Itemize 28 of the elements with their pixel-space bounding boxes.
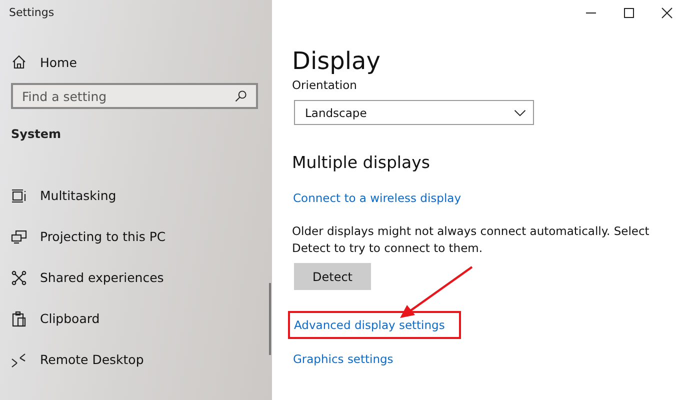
description-text: Older displays might not always connect automatically. Select Detect to try to connect to them. — [292, 223, 650, 257]
search-icon — [234, 89, 248, 103]
close-icon[interactable] — [661, 7, 673, 19]
window-title: Settings — [8, 6, 56, 21]
maximize-icon[interactable] — [623, 7, 635, 19]
sidebar-item[interactable]: Remote Desktop — [0, 339, 272, 380]
section-heading: Multiple displays — [292, 153, 431, 172]
clipboard-icon — [11, 310, 27, 326]
sidebar-item[interactable]: Multitasking — [0, 175, 272, 216]
home-icon — [11, 54, 27, 70]
remote-desktop-icon — [11, 352, 27, 368]
sidebar-item[interactable]: Shared experiences — [0, 257, 272, 298]
orientation-dropdown[interactable]: Landscape — [294, 100, 534, 125]
scrollbar[interactable] — [269, 283, 271, 355]
wireless-display-link[interactable]: Connect to a wireless display — [293, 191, 462, 205]
settings-link[interactable]: Advanced display settings — [288, 311, 461, 339]
multitasking-icon — [11, 188, 27, 204]
detect-button[interactable]: Detect — [294, 263, 371, 290]
section-heading: System — [10, 127, 62, 143]
sidebar-item[interactable]: Projecting to this PC — [0, 216, 272, 257]
monitors-icon — [11, 228, 27, 244]
field-label: Orientation — [292, 78, 358, 92]
search-field[interactable]: Find a setting — [11, 83, 258, 109]
shared-nodes-icon — [11, 270, 27, 286]
page-title: Display — [292, 46, 382, 76]
sidebar-item[interactable]: Clipboard — [0, 298, 272, 339]
settings-link[interactable]: Graphics settings — [293, 352, 394, 366]
home-link[interactable]: Home — [0, 47, 272, 77]
